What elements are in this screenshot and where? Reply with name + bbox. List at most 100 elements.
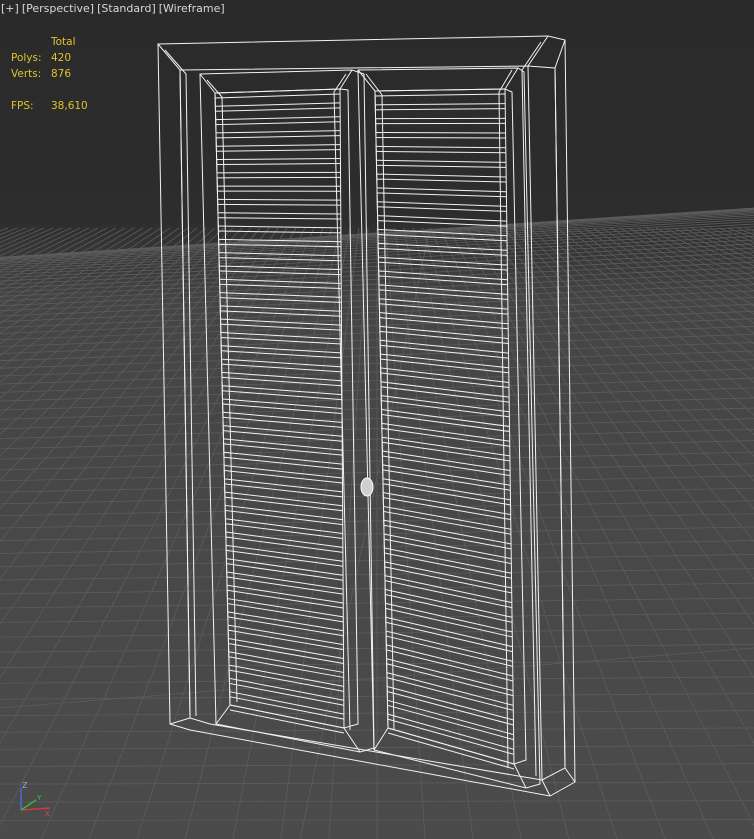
grid-line	[655, 227, 754, 278]
louver-slat	[216, 162, 341, 166]
louver-slat	[377, 215, 507, 222]
louver-slat	[374, 93, 506, 97]
viewport-shading-menu[interactable]: [Standard]	[97, 2, 156, 18]
axis-tripod-icon: Z X Y	[20, 781, 51, 818]
louver-slat	[229, 682, 344, 706]
viewport-render-mode-menu[interactable]: [Wireframe]	[159, 2, 225, 18]
louver-slat	[228, 656, 344, 678]
louver-slat	[387, 732, 515, 770]
louver-slat	[216, 144, 341, 147]
louver-slat	[385, 630, 513, 662]
louver-slat	[375, 103, 506, 106]
louver-slat	[215, 121, 341, 126]
grid-line	[0, 227, 180, 356]
x-axis-label: X	[45, 810, 50, 818]
louver-slat	[220, 310, 342, 317]
louver-slat	[226, 584, 344, 604]
ground-grid	[0, 207, 754, 839]
louver-slat	[376, 178, 507, 183]
louver-slat	[383, 497, 511, 521]
grid-line	[0, 227, 153, 324]
louver-slat	[226, 549, 344, 567]
frame-edge	[554, 39, 576, 783]
polys-value: 420	[51, 52, 72, 64]
grid-line	[448, 227, 754, 827]
louver-slat	[217, 217, 341, 220]
louver-slat	[216, 157, 341, 161]
louver-slat	[381, 414, 510, 432]
louver-slat	[215, 107, 341, 112]
louver-slat	[381, 395, 510, 413]
door-wireframe-model[interactable]	[157, 35, 576, 797]
louver-slat	[374, 88, 506, 92]
louver-slat	[217, 198, 341, 201]
grid-line	[0, 227, 207, 399]
louver-slat	[228, 651, 344, 673]
louver-slat	[216, 149, 341, 152]
louver-slat	[218, 230, 341, 234]
louver-slat	[376, 187, 507, 193]
louver-slat	[376, 192, 507, 198]
louver-slat	[383, 492, 511, 516]
grid-line	[0, 227, 198, 383]
door-handle	[360, 477, 374, 497]
louver-slat	[215, 135, 341, 139]
grid-line	[0, 227, 144, 315]
viewport-plus-menu[interactable]: [+]	[1, 2, 19, 18]
louver-slat	[376, 164, 506, 168]
louver-slat	[377, 201, 507, 207]
perspective-viewport[interactable]: [+] [Perspective] [Standard] [Wireframe]…	[0, 0, 754, 839]
louver-slat	[229, 691, 345, 715]
louver-slat	[226, 576, 344, 595]
louver-slat	[387, 718, 514, 755]
louver-slat	[387, 713, 514, 750]
grid-line	[736, 227, 754, 236]
grid-line	[40, 227, 315, 839]
grid-line	[0, 227, 117, 292]
verts-label: Verts:	[11, 68, 42, 80]
louver-slat	[383, 505, 511, 530]
polys-label: Polys:	[11, 52, 42, 64]
louver-slat	[376, 150, 506, 154]
louver-slat	[222, 390, 342, 401]
louver-slat	[377, 206, 507, 212]
louver-slat	[386, 644, 513, 677]
louver-slat	[223, 425, 343, 437]
louver-slat	[376, 145, 506, 149]
fps-label: FPS:	[11, 100, 34, 112]
grid-line	[0, 227, 216, 416]
louver-slat	[375, 108, 506, 111]
grid-line	[664, 227, 754, 273]
grid-line	[439, 227, 714, 839]
louver-slat	[383, 510, 511, 535]
louver-slat	[376, 173, 507, 178]
viewport-view-menu[interactable]: [Perspective]	[22, 2, 94, 18]
louver-slat	[215, 116, 341, 121]
louver-slat	[226, 571, 344, 590]
z-axis-label: Z	[22, 781, 28, 790]
louver-slat	[217, 212, 341, 215]
louver-slat	[379, 317, 509, 330]
louver-slat	[381, 427, 510, 447]
louver-slat	[387, 690, 514, 726]
y-axis-label: Y	[36, 794, 42, 802]
louver-slat	[215, 102, 341, 107]
verts-value: 876	[51, 68, 72, 80]
frame-edge	[157, 43, 191, 725]
louver-slat	[377, 220, 507, 227]
louver-slat	[214, 88, 341, 94]
louver-slat	[215, 130, 341, 134]
stats-header: Total	[51, 36, 76, 48]
louver-slat	[381, 441, 510, 462]
louver-slat	[381, 436, 510, 457]
louver-slat	[378, 289, 508, 300]
louver-slat	[387, 685, 514, 721]
fps-value: 38,610	[51, 100, 88, 112]
louver-slat	[386, 672, 514, 706]
viewport-scene[interactable]	[0, 0, 754, 839]
louver-slat	[379, 298, 508, 310]
grid-line	[0, 227, 27, 239]
viewport-label-menu: [+] [Perspective] [Standard] [Wireframe]	[1, 2, 225, 18]
louver-slat	[226, 563, 344, 581]
louver-slat	[381, 400, 510, 418]
